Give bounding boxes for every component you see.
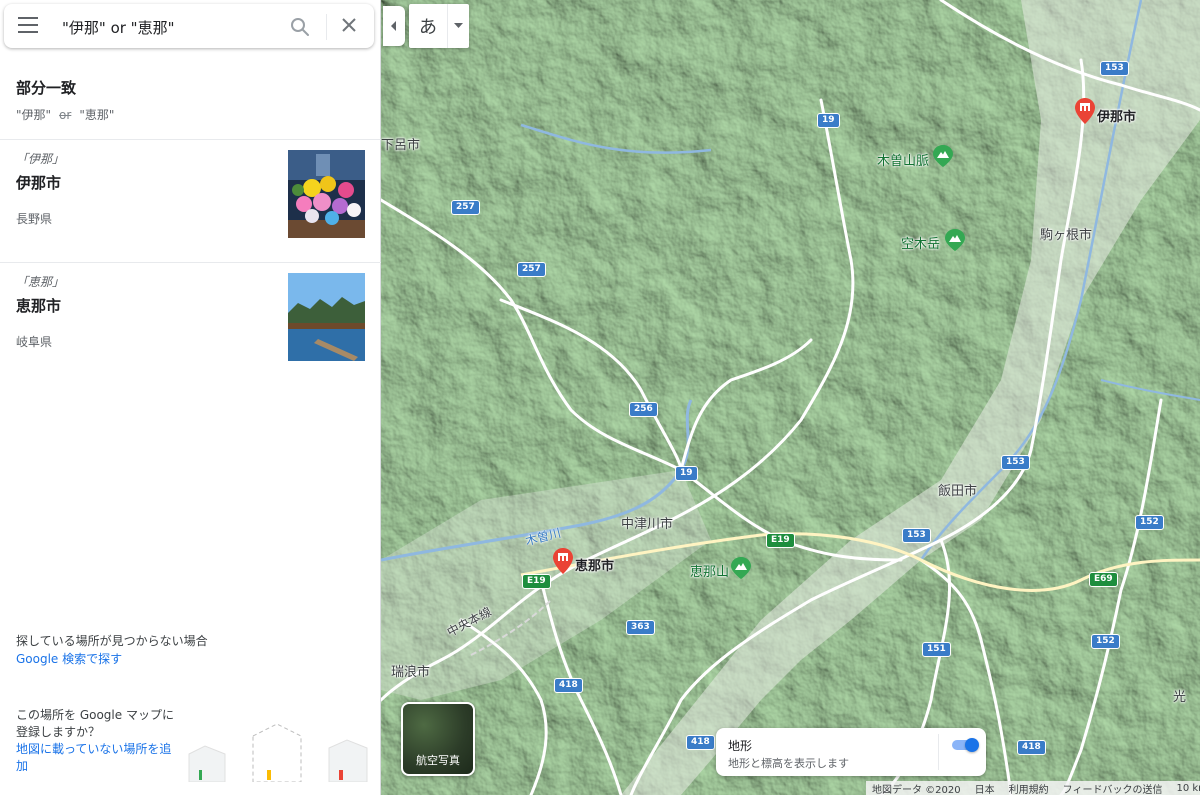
search-results-panel: "伊那" or "恵那" 部分一致 "伊那" or "恵那" 「伊那」 伊那市 長野… bbox=[0, 0, 381, 795]
route-shield: 151 bbox=[922, 642, 951, 657]
region-link[interactable]: 日本 bbox=[975, 781, 995, 795]
houses-illustration bbox=[188, 723, 368, 782]
terrain-card: 地形 地形と標高を表示します bbox=[716, 728, 986, 776]
result-name[interactable]: 伊那市 bbox=[16, 172, 61, 193]
route-shield: 153 bbox=[902, 528, 931, 543]
language-select[interactable]: あ bbox=[409, 4, 469, 48]
route-shield: 363 bbox=[626, 620, 655, 635]
result-card-ina[interactable]: 「伊那」 伊那市 長野県 bbox=[0, 139, 381, 263]
route-shield: 257 bbox=[451, 200, 480, 215]
scale-label[interactable]: 10 km bbox=[1176, 783, 1200, 794]
struck-or: or bbox=[59, 108, 72, 122]
result-thumbnail-lake[interactable] bbox=[288, 273, 365, 361]
search-box: "伊那" or "恵那" bbox=[4, 4, 374, 48]
search-input[interactable]: "伊那" or "恵那" bbox=[62, 17, 174, 38]
route-shield: 152 bbox=[1135, 515, 1164, 530]
label-kiso-sanmyaku[interactable]: 木曽山脈 bbox=[877, 150, 929, 169]
result-prefecture: 岐阜県 bbox=[16, 335, 53, 349]
add-missing-place-link[interactable]: 地図に載っていない場所を追加 bbox=[16, 741, 181, 775]
close-icon[interactable] bbox=[342, 18, 356, 32]
expressway-shield: E19 bbox=[522, 574, 551, 589]
route-shield: 257 bbox=[517, 262, 546, 277]
add-place-prompt: この場所を Google マップに登録しますか？ bbox=[16, 708, 174, 739]
mountain-pin-icon[interactable] bbox=[933, 145, 953, 167]
aerial-view-toggle[interactable]: 航空写真 bbox=[401, 702, 475, 776]
not-found-text: 探している場所が見つからない場合 bbox=[16, 634, 208, 648]
label-utsugidake[interactable]: 空木岳 bbox=[901, 233, 940, 252]
label-mizunami[interactable]: 瑞浪市 bbox=[391, 661, 430, 680]
map-data-credit: 地図データ ©2020 bbox=[872, 784, 961, 795]
route-shield: 19 bbox=[675, 466, 698, 481]
label-iida[interactable]: 飯田市 bbox=[938, 480, 977, 499]
partial-match-heading: 部分一致 bbox=[16, 79, 77, 97]
label-ina[interactable]: 伊那市 bbox=[1097, 106, 1136, 125]
result-prefecture: 長野県 bbox=[16, 212, 53, 226]
route-shield: 418 bbox=[686, 735, 715, 750]
result-thumbnail-flowers[interactable] bbox=[288, 150, 365, 238]
terrain-description: 地形と標高を表示します bbox=[728, 757, 849, 770]
label-hikari: 光 bbox=[1173, 690, 1187, 705]
route-shield: 153 bbox=[1001, 455, 1030, 470]
city-pin-icon[interactable] bbox=[1075, 98, 1095, 124]
label-gero[interactable]: 下呂市 bbox=[381, 134, 420, 153]
expressway-shield: E69 bbox=[1089, 572, 1118, 587]
route-shield: 418 bbox=[1017, 740, 1046, 755]
result-match-tag: 「伊那」 bbox=[16, 152, 65, 166]
route-shield: 256 bbox=[629, 402, 658, 417]
result-match-tag: 「恵那」 bbox=[16, 275, 65, 289]
result-card-ena[interactable]: 「恵那」 恵那市 岐阜県 bbox=[0, 262, 381, 386]
label-komagane[interactable]: 駒ヶ根市 bbox=[1040, 224, 1092, 243]
feedback-link[interactable]: フィードバックの送信 bbox=[1063, 781, 1163, 795]
aerial-label: 航空写真 bbox=[416, 754, 460, 767]
dropdown-arrow-icon bbox=[448, 23, 469, 29]
route-shield: 153 bbox=[1100, 61, 1129, 76]
terrain-toggle[interactable] bbox=[952, 738, 979, 752]
google-search-link[interactable]: Google 検索で探す bbox=[16, 650, 122, 667]
route-shield: 19 bbox=[817, 113, 840, 128]
label-enasan[interactable]: 恵那山 bbox=[690, 561, 729, 580]
mountain-pin-icon[interactable] bbox=[731, 557, 751, 579]
result-name[interactable]: 恵那市 bbox=[16, 295, 61, 316]
mountain-pin-icon[interactable] bbox=[945, 229, 965, 251]
chevron-left-icon bbox=[391, 21, 396, 31]
language-label: あ bbox=[419, 17, 437, 38]
city-pin-icon[interactable] bbox=[553, 548, 573, 574]
label-ena[interactable]: 恵那市 bbox=[575, 555, 614, 574]
menu-icon[interactable] bbox=[18, 17, 38, 35]
route-shield: 418 bbox=[554, 678, 583, 693]
terrain-title: 地形 bbox=[728, 739, 753, 753]
collapse-panel-button[interactable] bbox=[383, 6, 405, 46]
map-footer: 地図データ ©2020 日本 利用規約 フィードバックの送信 10 km bbox=[866, 781, 1200, 795]
terms-link[interactable]: 利用規約 bbox=[1009, 781, 1049, 795]
partial-match-terms: "伊那" or "恵那" bbox=[16, 108, 115, 122]
search-icon[interactable] bbox=[289, 16, 311, 38]
route-shield: 152 bbox=[1091, 634, 1120, 649]
map-canvas[interactable]: 伊那市 恵那市 中津川市 飯田市 駒ヶ根市 瑞浪市 下呂市 木曽山脈 空木岳 恵… bbox=[381, 0, 1200, 795]
expressway-shield: E19 bbox=[766, 533, 795, 548]
label-nakatsugawa[interactable]: 中津川市 bbox=[621, 513, 673, 532]
